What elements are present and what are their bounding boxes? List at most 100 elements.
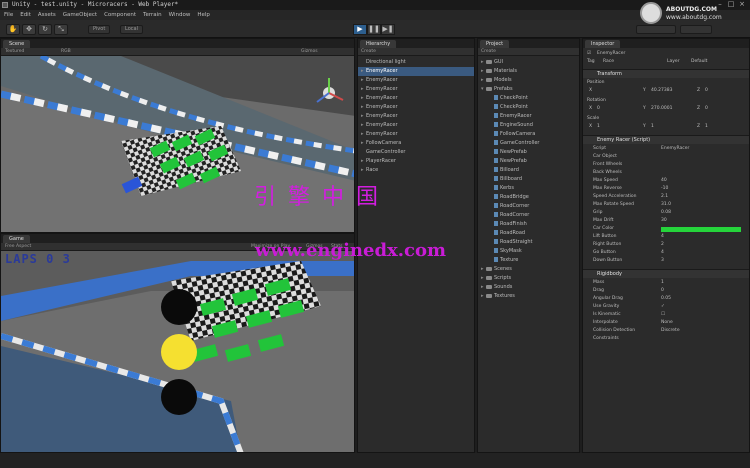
- enemy-racer-script-header[interactable]: Enemy Racer (Script): [583, 135, 749, 144]
- project-asset[interactable]: Billboard: [478, 175, 579, 184]
- project-folder[interactable]: ▸ Scripts: [478, 274, 579, 283]
- project-asset[interactable]: RoadRoad: [478, 229, 579, 238]
- hand-tool-icon[interactable]: ✋: [6, 24, 20, 35]
- project-asset[interactable]: RoadFinish: [478, 220, 579, 229]
- hierarchy-item[interactable]: ▸ EnemyRacer: [358, 121, 474, 130]
- car-color-field[interactable]: Car Color: [583, 225, 749, 233]
- scene-gizmos[interactable]: Gizmos: [301, 49, 318, 54]
- hierarchy-item[interactable]: ▸ EnemyRacer: [358, 130, 474, 139]
- speed-acceleration-field[interactable]: Speed Acceleration 2.1: [583, 193, 749, 201]
- aspect-dropdown[interactable]: Free Aspect: [5, 244, 31, 249]
- project-asset[interactable]: NewPrefab: [478, 157, 579, 166]
- tab-inspector[interactable]: Inspector: [585, 40, 621, 48]
- menu-gameobject[interactable]: GameObject: [63, 10, 97, 20]
- hierarchy-item[interactable]: ▸ EnemyRacer: [358, 103, 474, 112]
- hierarchy-item[interactable]: ▸ FollowCamera: [358, 139, 474, 148]
- hierarchy-item[interactable]: Directional light: [358, 58, 474, 67]
- tab-game[interactable]: Game: [3, 235, 30, 243]
- drag-field[interactable]: Drag 0: [583, 287, 749, 295]
- scale-tool-icon[interactable]: ⤡: [54, 24, 68, 35]
- project-folder[interactable]: ▸ Materials: [478, 67, 579, 76]
- hierarchy-item[interactable]: ▸ PlayerRacer: [358, 157, 474, 166]
- project-asset[interactable]: Texture: [478, 256, 579, 265]
- project-asset[interactable]: SkyMask: [478, 247, 579, 256]
- constraints-foldout[interactable]: Constraints: [583, 335, 749, 343]
- project-create-button[interactable]: Create: [481, 49, 496, 54]
- lift-button-field[interactable]: Lift Button 4: [583, 233, 749, 241]
- hierarchy-item[interactable]: ▸ EnemyRacer: [358, 112, 474, 121]
- layer-dropdown[interactable]: Default: [691, 58, 707, 66]
- project-folder[interactable]: ▾ Prefabs: [478, 85, 579, 94]
- move-tool-icon[interactable]: ✥: [22, 24, 36, 35]
- max-reverse-field[interactable]: Max Reverse -10: [583, 185, 749, 193]
- hierarchy-create-button[interactable]: Create: [361, 49, 376, 54]
- front-wheels-field[interactable]: Front Wheels: [583, 161, 749, 169]
- menu-assets[interactable]: Assets: [38, 10, 56, 20]
- use-gravity-checkbox[interactable]: Use Gravity ✓: [583, 303, 749, 311]
- right-button-field[interactable]: Right Button 2: [583, 241, 749, 249]
- hierarchy-item[interactable]: ▸ Race: [358, 166, 474, 175]
- scene-draw-mode[interactable]: Textured: [5, 49, 24, 54]
- object-active-checkbox[interactable]: ☑: [587, 50, 591, 58]
- transform-header[interactable]: Transform: [583, 69, 749, 78]
- pause-button[interactable]: ❚❚: [367, 24, 381, 35]
- project-folder[interactable]: ▸ Models: [478, 76, 579, 85]
- menu-help[interactable]: Help: [197, 10, 210, 20]
- scene-rgb-mode[interactable]: RGB: [61, 49, 71, 54]
- scale-fields[interactable]: X1 Y1 Z1: [583, 123, 749, 131]
- menu-terrain[interactable]: Terrain: [143, 10, 162, 20]
- back-wheels-field[interactable]: Back Wheels: [583, 169, 749, 177]
- project-asset[interactable]: GameController: [478, 139, 579, 148]
- project-asset[interactable]: EnemyRacer: [478, 112, 579, 121]
- rigidbody-header[interactable]: Rigidbody: [583, 269, 749, 278]
- hierarchy-item[interactable]: ▸ EnemyRacer: [358, 85, 474, 94]
- hierarchy-item[interactable]: ▸ EnemyRacer: [358, 94, 474, 103]
- tab-scene[interactable]: Scene: [3, 40, 31, 48]
- rotation-fields[interactable]: X0 Y 270.0001 Z0: [583, 105, 749, 113]
- tab-project[interactable]: Project: [480, 40, 510, 48]
- step-button[interactable]: ▶❚: [381, 24, 395, 35]
- rotate-tool-icon[interactable]: ↻: [38, 24, 52, 35]
- go-button-field[interactable]: Go Button 4: [583, 249, 749, 257]
- grip-field[interactable]: Grip 0.08: [583, 209, 749, 217]
- hierarchy-item[interactable]: GameController: [358, 148, 474, 157]
- max-rotate-speed-field[interactable]: Max Rotate Speed 31.0: [583, 201, 749, 209]
- max-speed-field[interactable]: Max Speed 40: [583, 177, 749, 185]
- project-asset[interactable]: RoadCorner: [478, 202, 579, 211]
- hierarchy-item[interactable]: ▸ EnemyRacer: [358, 67, 474, 76]
- game-viewport[interactable]: [1, 251, 355, 453]
- max-drift-field[interactable]: Max Drift 30: [583, 217, 749, 225]
- car-color-swatch[interactable]: [661, 227, 741, 232]
- object-name-field[interactable]: EnemyRacer: [597, 50, 625, 58]
- collision-detection-dropdown[interactable]: Collision Detection Discrete: [583, 327, 749, 335]
- play-button[interactable]: ▶: [353, 24, 367, 35]
- mass-field[interactable]: Mass 1: [583, 279, 749, 287]
- project-folder[interactable]: ▸ Textures: [478, 292, 579, 301]
- project-folder[interactable]: ▸ GUI: [478, 58, 579, 67]
- project-asset[interactable]: Billoard: [478, 166, 579, 175]
- project-asset[interactable]: Kerbs: [478, 184, 579, 193]
- local-toggle[interactable]: Local: [120, 25, 143, 34]
- project-folder[interactable]: ▸ Scenes: [478, 265, 579, 274]
- tag-dropdown[interactable]: Race: [603, 58, 614, 66]
- project-asset[interactable]: RoadCorner: [478, 211, 579, 220]
- project-asset[interactable]: CheckPoint: [478, 103, 579, 112]
- interpolate-dropdown[interactable]: Interpolate None: [583, 319, 749, 327]
- position-fields[interactable]: X Y 40.27383 Z0: [583, 87, 749, 95]
- angular-drag-field[interactable]: Angular Drag 0.05: [583, 295, 749, 303]
- down-button-field[interactable]: Down Button 3: [583, 257, 749, 265]
- project-asset[interactable]: CheckPoint: [478, 94, 579, 103]
- menu-edit[interactable]: Edit: [20, 10, 31, 20]
- hierarchy-item[interactable]: ▸ EnemyRacer: [358, 76, 474, 85]
- project-asset[interactable]: FollowCamera: [478, 130, 579, 139]
- car-object-field[interactable]: Car Object: [583, 153, 749, 161]
- pivot-toggle[interactable]: Pivot: [88, 25, 111, 34]
- menu-window[interactable]: Window: [169, 10, 191, 20]
- menu-component[interactable]: Component: [104, 10, 136, 20]
- is-kinematic-checkbox[interactable]: Is Kinematic ☐: [583, 311, 749, 319]
- tab-hierarchy[interactable]: Hierarchy: [360, 40, 397, 48]
- project-asset[interactable]: RoadStraight: [478, 238, 579, 247]
- script-field[interactable]: Script EnemyRacer: [583, 145, 749, 153]
- menu-file[interactable]: File: [4, 10, 13, 20]
- project-asset[interactable]: EngineSound: [478, 121, 579, 130]
